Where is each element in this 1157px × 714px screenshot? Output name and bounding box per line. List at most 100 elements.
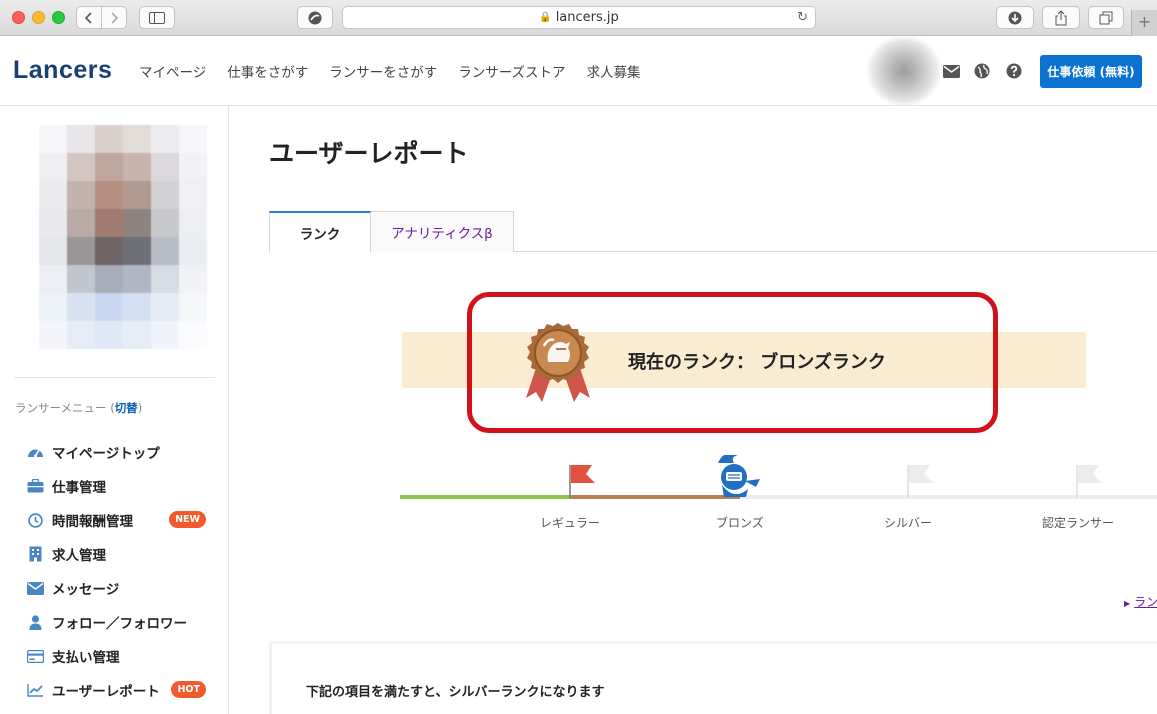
sidebar-item-hourly-management[interactable]: 時間報酬管理 NEW — [26, 503, 216, 537]
forward-button[interactable] — [101, 6, 127, 29]
lancers-logo[interactable]: Lancers — [13, 56, 112, 85]
menu-heading-label: ランサーメニュー ( — [15, 401, 115, 415]
new-tab-button[interactable]: + — [1131, 10, 1157, 36]
share-icon — [1055, 9, 1067, 25]
profile-photo-tile — [151, 293, 179, 321]
tab-overview-button[interactable] — [1088, 6, 1124, 29]
profile-photo-tile — [123, 321, 151, 349]
nav-recruit[interactable]: 求人募集 — [587, 61, 641, 81]
profile-photo-tile — [151, 153, 179, 181]
knight-mascot-icon — [718, 455, 760, 497]
share-button[interactable] — [1042, 6, 1080, 29]
profile-photo-tile — [179, 153, 207, 181]
browser-toolbar: 🔒 lancers.jp ↻ + — [0, 0, 1157, 36]
silver-flag-icon — [907, 465, 933, 498]
reload-icon[interactable]: ↻ — [797, 10, 808, 25]
profile-photo-tile — [179, 181, 207, 209]
report-tabs: アナリティクスβ ランク — [269, 211, 1157, 253]
sidebar-item-label: ユーザーレポート — [52, 684, 160, 700]
profile-photo-tile — [95, 125, 123, 153]
current-rank-text: 現在のランク： ブロンズランク — [628, 352, 886, 373]
left-sidebar: ランサーメニュー (切替) マイページトップ 仕事管理 時間報酬管理 NEW 求… — [0, 106, 229, 714]
downloads-button[interactable] — [996, 6, 1034, 29]
profile-photo-tile — [67, 321, 95, 349]
profile-photo-tile — [39, 153, 67, 181]
tab-rank[interactable]: ランク — [269, 211, 371, 253]
lancer-menu-heading: ランサーメニュー (切替) — [15, 400, 142, 416]
chevron-left-icon — [84, 11, 92, 24]
profile-photo-tile — [179, 321, 207, 349]
profile-photo-tile — [39, 265, 67, 293]
profile-photo-tile — [67, 181, 95, 209]
lancer-menu: マイページトップ 仕事管理 時間報酬管理 NEW 求人管理 メッセージ フォロー… — [26, 435, 216, 707]
sidebar-item-follow[interactable]: フォロー／フォロワー — [26, 605, 216, 639]
regular-flag-icon — [569, 465, 595, 498]
envelope-icon — [26, 579, 44, 597]
sidebar-item-user-report[interactable]: ユーザーレポート HOT — [26, 673, 216, 707]
sidebar-item-label: マイページトップ — [52, 446, 160, 462]
rank-detail-link[interactable]: ▶ ラン — [1124, 593, 1157, 610]
sidebar-toggle-button[interactable] — [139, 6, 175, 29]
profile-photo-tile — [123, 209, 151, 237]
nav-store[interactable]: ランサーズストア — [458, 61, 565, 81]
user-avatar[interactable] — [868, 38, 940, 104]
rank-step-bronze: ブロンズ — [716, 516, 764, 530]
address-bar[interactable]: 🔒 lancers.jp ↻ — [342, 6, 816, 29]
sidebar-item-payment[interactable]: 支払い管理 — [26, 639, 216, 673]
profile-photo-tile — [123, 181, 151, 209]
profile-photo-tile — [151, 209, 179, 237]
zoom-window-button[interactable] — [52, 11, 65, 24]
sidebar-item-messages[interactable]: メッセージ — [26, 571, 216, 605]
rank-progress: レギュラー ブロンズ シルバー 認定ランサー — [400, 455, 1157, 535]
sidebar-item-job-management[interactable]: 仕事管理 — [26, 469, 216, 503]
profile-photo-tile — [123, 293, 151, 321]
extension-button[interactable] — [297, 6, 333, 29]
profile-photo-tile — [67, 293, 95, 321]
credit-card-icon — [26, 647, 44, 665]
tab-analytics[interactable]: アナリティクスβ — [370, 211, 514, 252]
profile-photo-tile — [95, 265, 123, 293]
profile-photo-tile — [123, 265, 151, 293]
menu-heading-close: ) — [137, 401, 143, 415]
profile-photo-tile — [123, 125, 151, 153]
profile-photo-tile — [95, 293, 123, 321]
extension-icon — [308, 11, 322, 24]
profile-photo-tile — [179, 209, 207, 237]
chevron-right-icon — [111, 11, 119, 24]
request-job-button[interactable]: 仕事依頼 (無料) — [1040, 55, 1142, 88]
profile-photo-tile — [151, 321, 179, 349]
track-regular-segment — [400, 495, 570, 499]
sidebar-item-mypage-top[interactable]: マイページトップ — [26, 435, 216, 469]
back-button[interactable] — [76, 6, 102, 29]
profile-photo-tile — [67, 125, 95, 153]
profile-photo-tile — [95, 181, 123, 209]
rank-track — [400, 455, 1157, 499]
profile-photo-tile — [151, 265, 179, 293]
minimize-window-button[interactable] — [32, 11, 45, 24]
profile-photo-tile — [179, 237, 207, 265]
sidebar-item-recruit-management[interactable]: 求人管理 — [26, 537, 216, 571]
profile-photo-tile — [179, 265, 207, 293]
profile-photo-tile — [67, 153, 95, 181]
profile-photo-tile — [95, 153, 123, 181]
site-header: Lancers マイページ 仕事をさがす ランサーをさがす ランサーズストア 求… — [0, 36, 1157, 106]
mail-icon[interactable] — [942, 62, 960, 80]
globe-icon[interactable] — [973, 62, 991, 80]
user-icon — [26, 613, 44, 631]
page-title: ユーザーレポート — [269, 139, 469, 168]
help-icon[interactable] — [1005, 62, 1023, 80]
profile-photo-tile — [39, 209, 67, 237]
profile-photo-tile — [95, 209, 123, 237]
dashboard-icon — [26, 443, 44, 461]
nav-find-jobs[interactable]: 仕事をさがす — [227, 61, 308, 81]
sidebar-item-label: フォロー／フォロワー — [52, 616, 187, 632]
profile-photo[interactable] — [39, 125, 207, 363]
close-window-button[interactable] — [12, 11, 25, 24]
url-text: lancers.jp — [555, 10, 619, 25]
profile-photo-tile — [39, 125, 67, 153]
nav-find-lancers[interactable]: ランサーをさがす — [329, 61, 437, 81]
caret-right-icon: ▶ — [1124, 599, 1131, 608]
menu-switch-link[interactable]: 切替 — [115, 401, 138, 415]
profile-photo-tile — [67, 209, 95, 237]
nav-mypage[interactable]: マイページ — [139, 61, 206, 81]
